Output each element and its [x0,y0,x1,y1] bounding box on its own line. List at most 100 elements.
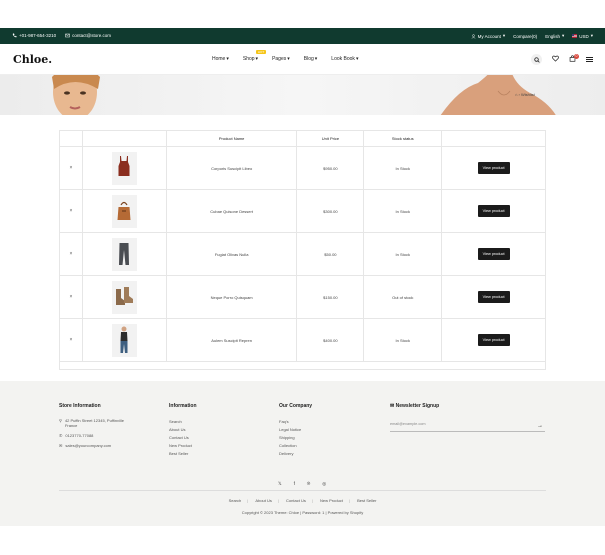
nav-item-look-book[interactable]: Look Book ▾ [331,56,358,62]
table-row: × Neque Porro Quisquam $150.00 Out of st… [59,275,546,319]
footer-heading: Store Information [59,403,101,409]
bottom-link[interactable]: New Product [320,498,343,503]
breadcrumb-current: Wishlist [521,92,535,97]
footer-link[interactable]: Contact Us [169,434,197,442]
stock-status: In Stock [363,189,443,233]
col-product-name: Product Name [165,130,298,147]
bottom-link[interactable]: Search [229,498,242,503]
social-links: 𝕏 f ℗ ◎ [278,481,326,487]
stock-status: Out of stock [363,275,443,319]
wishlist-button[interactable] [552,55,559,64]
product-thumbnail[interactable] [111,151,137,185]
nav-item-shop[interactable]: Shop ▾ HOT [242,50,267,62]
footer-link[interactable]: Legal Notice [279,426,312,434]
product-thumbnail[interactable] [111,323,137,357]
stock-status: In Stock [363,232,443,276]
remove-icon[interactable]: × [70,165,73,171]
arrow-right-icon[interactable]: → [537,423,543,429]
col-action [441,130,546,147]
footer-link[interactable]: New Product [169,442,197,450]
nav-item-label: Home [212,56,226,62]
compare-link[interactable]: Compare(0) [513,34,537,39]
unit-price: $150.00 [296,275,365,319]
model-face-image [52,75,100,115]
nav-item-label: Look Book [331,56,355,62]
search-button[interactable] [531,54,542,65]
footer-link[interactable]: About Us [169,426,197,434]
view-product-button[interactable]: View product [477,248,510,260]
newsletter-email-input[interactable]: email@example.com → [390,422,545,432]
view-product-button[interactable]: View product [477,205,510,217]
menu-button[interactable] [586,56,593,63]
store-email: ✉ sales@yourcompany.com [59,443,127,448]
bottom-link[interactable]: Best Seller [357,498,376,503]
view-product-button[interactable]: View product [477,291,510,303]
nav-item-home[interactable]: Home ▾ [212,56,229,62]
product-thumbnail[interactable] [111,280,137,314]
email-text: contact@store.com [72,33,111,38]
footer-heading: Information [169,403,197,409]
model-product-image [120,326,128,353]
chevron-down-icon: ▾ [355,56,359,62]
wishlist-table: Product Name Unit Price Stock status × C… [59,130,546,362]
language-selector[interactable]: English ▾ [545,33,564,39]
model-shoulder-image [440,75,556,115]
stock-status: In Stock [363,318,443,362]
phone-text: 0123770-77088 [65,433,94,438]
col-image [81,130,167,147]
view-product-button[interactable]: View product [477,162,510,174]
footer-link[interactable]: Best Seller [169,450,197,458]
top-bar: +01-987-654-3210 contact@store.com My Ac… [0,28,605,44]
site-footer: Store Information ⚲ 42 Puffin Street 123… [0,381,605,526]
remove-icon[interactable]: × [70,208,73,214]
breadcrumb: ⌂ › Wishlist [515,92,535,97]
remove-icon[interactable]: × [70,337,73,343]
product-name[interactable]: Cubae Quisone Dessert [165,189,298,233]
product-name[interactable]: Aulem Suscipit Repren [165,318,298,362]
footer-heading: ✉ Newsletter Signup [390,403,439,409]
bag-product-image [117,201,131,220]
remove-icon[interactable]: × [70,251,73,257]
site-logo[interactable]: Chloe. [13,53,52,66]
phone-text: +01-987-654-3210 [19,33,57,38]
product-name[interactable]: Neque Porro Quisquam [165,275,298,319]
footer-link[interactable]: Delivery [279,450,312,458]
footer-link[interactable]: Search [169,418,197,426]
us-flag-icon [572,34,578,38]
home-icon[interactable]: ⌂ [515,92,517,97]
instagram-icon[interactable]: ◎ [322,481,326,487]
chevron-down-icon: ▾ [314,56,318,62]
email-link[interactable]: contact@store.com [65,33,111,38]
heart-icon [552,55,559,62]
bottom-link[interactable]: Contact Us [286,498,306,503]
product-name[interactable]: Fugiat Olivas Nulla [165,232,298,276]
mail-icon [65,33,70,38]
pinterest-icon[interactable]: ℗ [307,481,310,487]
footer-link[interactable]: Shipping [279,434,312,442]
currency-selector[interactable]: USD ▾ [572,33,593,39]
product-thumbnail[interactable] [111,237,137,271]
bottom-link[interactable]: About Us [255,498,271,503]
footer-heading: Our Company [279,403,313,409]
table-row: × Cubae Quisone Dessert $300.00 In Stock… [59,189,546,233]
twitter-icon[interactable]: 𝕏 [278,481,282,487]
footer-company: Our Company Faq's Legal Notice Shipping … [279,403,312,458]
nav-item-label: Shop [242,56,255,62]
product-name[interactable]: Corporis Suscipit Libeo [165,146,298,190]
nav-item-pages[interactable]: Pages ▾ [272,56,290,62]
facebook-icon[interactable]: f [294,481,295,487]
store-address: ⚲ 42 Puffin Street 12345, Puffinville Fr… [59,418,127,428]
nav-item-label: Pages [272,56,287,62]
nav-item-blog[interactable]: Blog ▾ [304,56,318,62]
remove-icon[interactable]: × [70,294,73,300]
email-text: sales@yourcompany.com [65,443,112,448]
address-text: 42 Puffin Street 12345, Puffinville Fran… [64,418,124,428]
footer-link[interactable]: Collection [279,442,312,450]
footer-link[interactable]: Faq's [279,418,312,426]
product-thumbnail[interactable] [111,194,137,228]
chevron-down-icon: ▾ [561,33,565,38]
cart-button[interactable]: 0 [569,54,579,64]
phone-link[interactable]: +01-987-654-3210 [12,33,56,38]
view-product-button[interactable]: View product [477,334,510,346]
my-account-dropdown[interactable]: My Account ▾ [471,33,505,39]
